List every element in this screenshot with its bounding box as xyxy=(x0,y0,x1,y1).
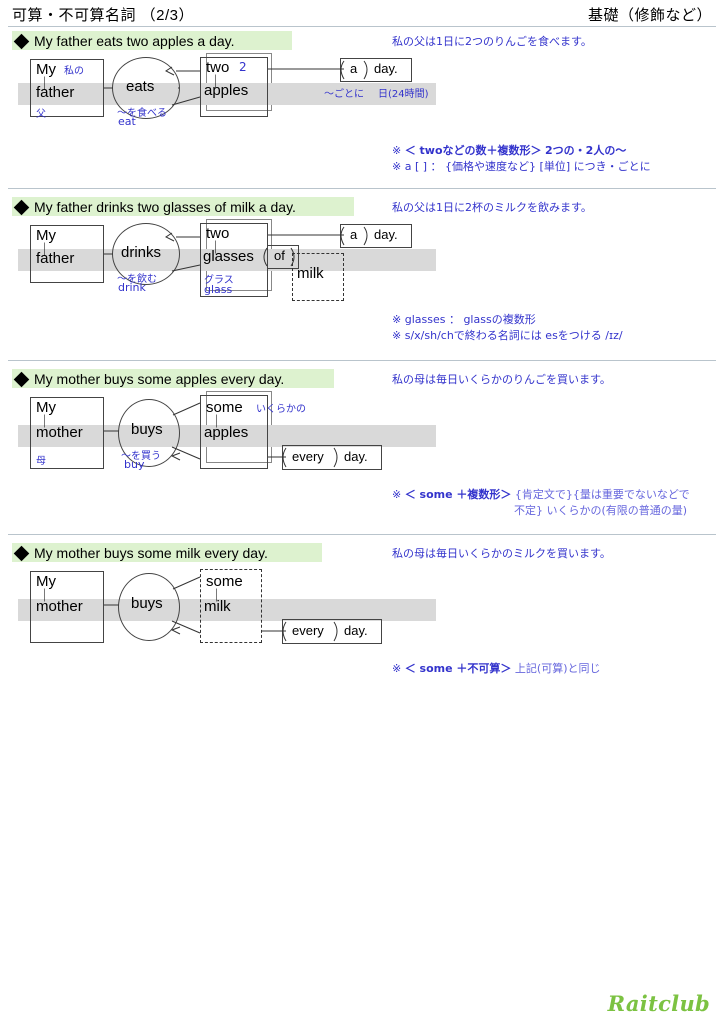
note-rest: glasses ： glassの複数形 xyxy=(404,313,536,326)
note-line: ※ glasses ： glassの複数形 xyxy=(392,312,623,328)
section-4-title-text: My mother buys some milk every day. xyxy=(34,544,268,561)
diamond-bullet-icon xyxy=(13,33,30,49)
header-divider xyxy=(8,26,716,27)
note-rest: {肯定文で}{量は重要でないなどで xyxy=(514,488,690,501)
section-1-title: My father eats two apples a day. xyxy=(12,31,292,50)
section-3-notes: ※ ＜ some ＋複数形＞ {肯定文で}{量は重要でないなどで 不定} いくら… xyxy=(392,487,690,519)
note-mark: ※ xyxy=(392,144,402,157)
section-4: My mother buys some milk every day. 私の母は… xyxy=(0,543,724,693)
section-4-title: My mother buys some milk every day. xyxy=(12,543,322,562)
section-divider-1 xyxy=(8,188,716,189)
note-bold: ＜ twoなどの数＋複数形＞ xyxy=(404,144,542,157)
note-mark: ※ xyxy=(392,662,402,675)
site-logo: Raitclub xyxy=(607,991,710,1016)
note-mark: ※ xyxy=(392,160,402,173)
section-4-diagram: My ｜ mother buys some ｜ milk every day. xyxy=(0,569,460,669)
note-line: ※ ＜ some ＋複数形＞ {肯定文で}{量は重要でないなどで xyxy=(392,487,690,503)
section-4-notes: ※ ＜ some ＋不可算＞ 上記(可算)と同じ xyxy=(392,661,601,677)
section-2-title: My father drinks two glasses of milk a d… xyxy=(12,197,354,216)
diagram-connectors xyxy=(104,402,338,468)
diamond-bullet-icon xyxy=(13,545,30,561)
note-line: 不定} いくらかの(有限の普通の量) xyxy=(392,503,690,519)
note-mark: ※ xyxy=(392,313,402,326)
note-rest: a [ ] ： {価格や速度など} [単位] につき・ごとに xyxy=(404,160,651,173)
page-title-left: 可算・不可算名詞 （2/3） xyxy=(12,7,195,24)
section-1-notes: ※ ＜ twoなどの数＋複数形＞ 2つの・2人の〜 ※ a [ ] ： {価格や… xyxy=(392,143,651,175)
section-2: My father drinks two glasses of milk a d… xyxy=(0,197,724,357)
section-3-title: My mother buys some apples every day. xyxy=(12,369,334,388)
section-1-translation: 私の父は1日に2つのりんごを食べます。 xyxy=(392,35,592,48)
diagram-connectors xyxy=(104,576,338,642)
note-mark: ※ xyxy=(392,329,402,342)
note-line: ※ ＜ twoなどの数＋複数形＞ 2つの・2人の〜 xyxy=(392,143,651,159)
diamond-bullet-icon xyxy=(13,371,30,387)
diamond-bullet-icon xyxy=(13,199,30,215)
section-3-translation: 私の母は毎日いくらかのりんごを買います。 xyxy=(392,373,611,386)
note-mark: ※ xyxy=(392,488,402,501)
section-3-diagram: My ｜ mother 母 buys 〜を買う buy some いくらかの ｜… xyxy=(0,391,460,495)
note-rest: s/x/sh/chで終わる名詞には esをつける /ɪz/ xyxy=(404,329,623,342)
section-2-translation: 私の父は1日に2杯のミルクを飲みます。 xyxy=(392,201,592,214)
note-line: ※ ＜ some ＋不可算＞ 上記(可算)と同じ xyxy=(392,661,601,677)
diagram-connectors xyxy=(104,226,368,272)
worksheet-page: 可算・不可算名詞 （2/3） 基礎（修飾など） My father eats t… xyxy=(0,0,724,1024)
section-divider-2 xyxy=(8,360,716,361)
section-1: My father eats two apples a day. 私の父は1日に… xyxy=(0,31,724,186)
diagram-connectors xyxy=(104,60,368,106)
note-rest: 上記(可算)と同じ xyxy=(514,662,601,675)
section-4-translation: 私の母は毎日いくらかのミルクを買います。 xyxy=(392,547,611,560)
note-line: ※ a [ ] ： {価格や速度など} [単位] につき・ごとに xyxy=(392,159,651,175)
section-divider-3 xyxy=(8,534,716,535)
note-bold: ＜ some ＋不可算＞ xyxy=(404,662,512,675)
section-1-diagram: My 私の ｜ father 父 eats 〜を食べる eat two 2 ｜ … xyxy=(0,53,460,147)
section-3-title-text: My mother buys some apples every day. xyxy=(34,370,285,387)
note-rest: 2つの・2人の〜 xyxy=(545,144,627,157)
note-line: ※ s/x/sh/chで終わる名詞には esをつける /ɪz/ xyxy=(392,328,623,344)
section-2-title-text: My father drinks two glasses of milk a d… xyxy=(34,198,296,215)
note-bold: ＜ some ＋複数形＞ xyxy=(404,488,512,501)
section-2-notes: ※ glasses ： glassの複数形 ※ s/x/sh/chで終わる名詞に… xyxy=(392,312,623,344)
section-1-title-text: My father eats two apples a day. xyxy=(34,32,235,49)
note-rest: 不定} いくらかの(有限の普通の量) xyxy=(514,504,688,517)
section-3: My mother buys some apples every day. 私の… xyxy=(0,369,724,529)
section-2-diagram: My ｜ father drinks 〜を飲む drink two ｜ glas… xyxy=(0,219,460,323)
page-title-right: 基礎（修飾など） xyxy=(587,7,712,24)
